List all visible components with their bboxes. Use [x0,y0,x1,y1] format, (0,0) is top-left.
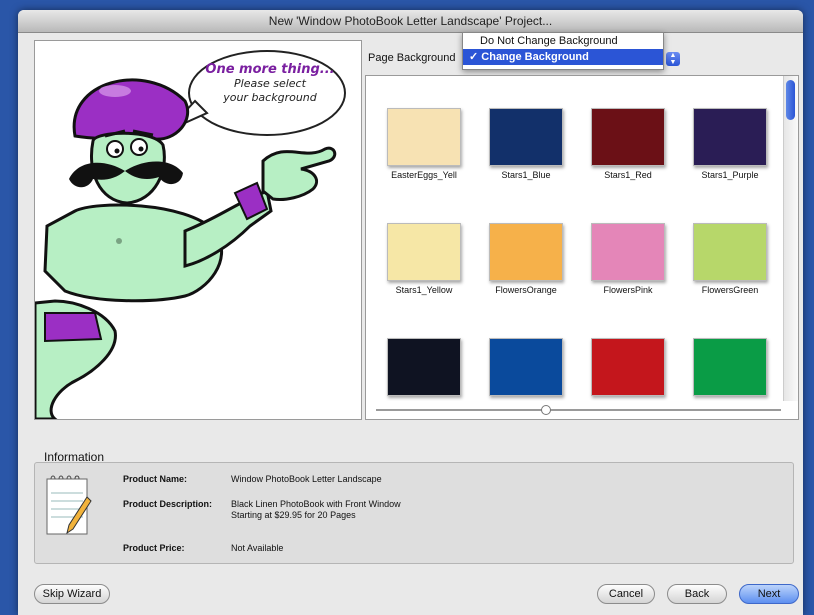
background-thumbnail[interactable] [374,338,474,400]
background-thumbnail[interactable]: FlowersPink [578,223,678,295]
product-name-value: Window PhotoBook Letter Landscape [231,474,382,484]
background-swatch [489,108,563,166]
product-price-value: Not Available [231,543,284,553]
background-swatch [489,223,563,281]
background-thumbnail[interactable]: Stars1_Red [578,108,678,180]
notepad-pencil-icon [46,475,92,535]
background-thumbnail[interactable]: EasterEggs_Yell [374,108,474,180]
background-swatch [591,338,665,396]
popup-arrows-icon[interactable]: ▲ ▼ [666,52,680,66]
next-button[interactable]: Next [739,584,799,604]
background-swatch [387,338,461,396]
background-thumbnail[interactable]: FlowersGreen [680,223,780,295]
thumbnail-size-slider[interactable] [376,405,781,415]
speech-bubble: One more thing... Please select your bac… [205,63,335,105]
background-label: FlowersOrange [495,285,557,295]
background-swatch [693,223,767,281]
background-thumbnail[interactable]: Stars1_Blue [476,108,576,180]
background-swatch [387,223,461,281]
background-label: FlowersGreen [701,285,759,295]
cancel-button[interactable]: Cancel [597,584,655,604]
product-description-value: Black Linen PhotoBook with Front Window … [231,499,401,520]
background-swatch [591,108,665,166]
wizard-window: New 'Window PhotoBook Letter Landscape' … [18,10,803,615]
background-swatch [387,108,461,166]
background-label: Stars1_Blue [501,170,551,180]
back-button[interactable]: Back [667,584,727,604]
background-swatch [489,338,563,396]
genie-illustration-panel: One more thing... Please select your bac… [34,40,362,420]
product-price-label: Product Price: [123,543,185,553]
background-thumbnail[interactable] [578,338,678,400]
background-label: Stars1_Purple [701,170,759,180]
background-label: FlowersPink [603,285,653,295]
product-description-label: Product Description: [123,499,213,509]
background-swatch [591,223,665,281]
bubble-line2: your background [223,91,317,104]
window-title: New 'Window PhotoBook Letter Landscape' … [18,10,803,33]
background-label: Stars1_Yellow [395,285,453,295]
checkmark-icon: ✓ [469,51,479,63]
background-grid-panel: EasterEggs_Yell Stars1_Blue Stars1_Red Star… [365,75,799,420]
background-label: Stars1_Red [604,170,652,180]
option-do-not-change-background[interactable]: Do Not Change Background [463,33,663,49]
bubble-title: One more thing... [205,62,335,77]
vertical-scrollbar[interactable] [783,76,798,401]
slider-knob[interactable] [541,405,551,415]
information-box: Product Name: Window PhotoBook Letter La… [34,462,794,564]
background-thumbnail[interactable] [476,338,576,400]
skip-wizard-button[interactable]: Skip Wizard [34,584,110,604]
background-swatch [693,338,767,396]
background-swatch [693,108,767,166]
page-background-dropdown[interactable]: Do Not Change Background ✓ Change Backgr… [462,32,664,70]
product-name-label: Product Name: [123,474,188,484]
background-thumbnail[interactable] [680,338,780,400]
scrollbar-thumb[interactable] [786,80,795,120]
background-grid: EasterEggs_Yell Stars1_Blue Stars1_Red Star… [366,76,784,401]
background-thumbnail[interactable]: FlowersOrange [476,223,576,295]
background-thumbnail[interactable]: Stars1_Purple [680,108,780,180]
option-change-background[interactable]: ✓ Change Background [463,49,663,65]
background-thumbnail[interactable]: Stars1_Yellow [374,223,474,295]
background-label: EasterEggs_Yell [391,170,457,180]
page-background-label: Page Background [368,52,456,64]
bubble-line1: Please select [234,77,306,90]
